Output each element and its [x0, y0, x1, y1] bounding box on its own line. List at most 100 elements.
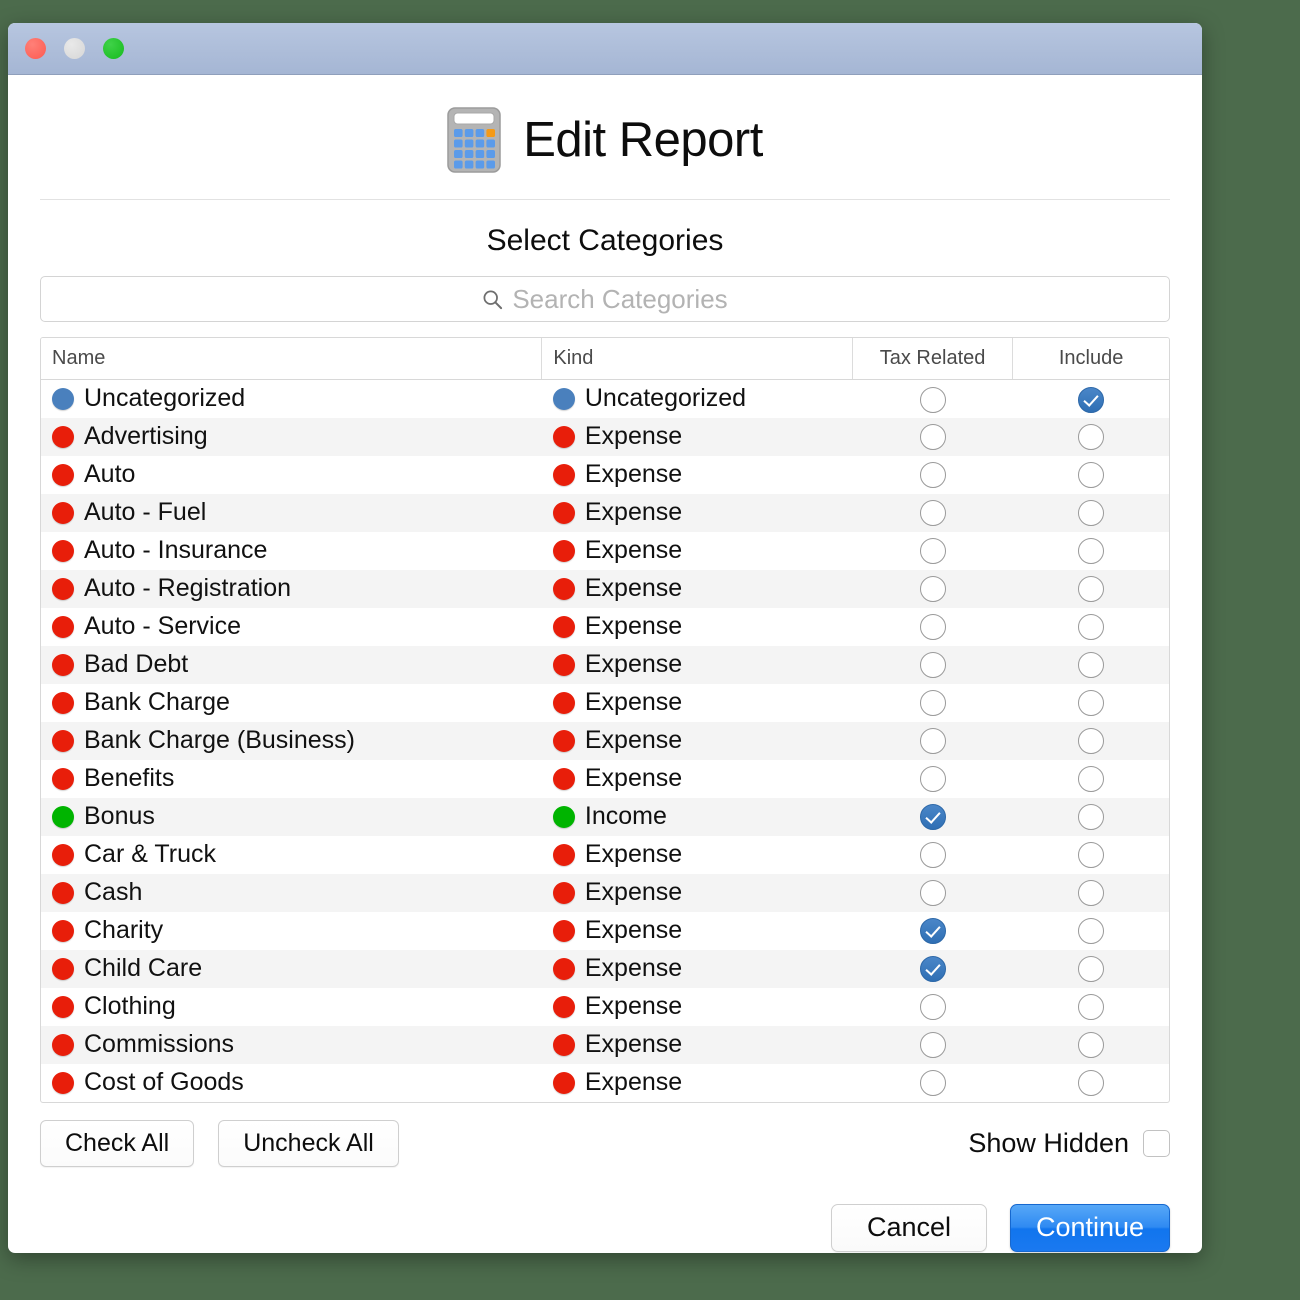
table-row[interactable]: Car & TruckExpense	[41, 836, 1169, 874]
category-name-label: Auto - Fuel	[84, 498, 206, 527]
close-window-button[interactable]	[25, 38, 46, 59]
minimize-window-button[interactable]	[64, 38, 85, 59]
tax-related-cell	[852, 456, 1012, 494]
include-checkbox[interactable]	[1078, 500, 1104, 526]
category-kind-label: Expense	[585, 574, 682, 603]
table-row[interactable]: BonusIncome	[41, 798, 1169, 836]
include-checkbox[interactable]	[1078, 690, 1104, 716]
tax-related-checkbox[interactable]	[920, 804, 946, 830]
tax-related-checkbox[interactable]	[920, 1032, 946, 1058]
category-name-color-dot-icon	[52, 844, 74, 866]
tax-related-cell	[852, 380, 1012, 418]
category-name-cell: Auto - Service	[41, 608, 542, 646]
include-checkbox[interactable]	[1078, 538, 1104, 564]
column-header-name[interactable]: Name	[41, 338, 542, 380]
tax-related-checkbox[interactable]	[920, 387, 946, 413]
maximize-window-button[interactable]	[103, 38, 124, 59]
tax-related-checkbox[interactable]	[920, 956, 946, 982]
table-row[interactable]: Child CareExpense	[41, 950, 1169, 988]
include-checkbox[interactable]	[1078, 1032, 1104, 1058]
include-checkbox[interactable]	[1078, 462, 1104, 488]
category-name-label: Auto - Insurance	[84, 536, 267, 565]
table-row[interactable]: Auto - InsuranceExpense	[41, 532, 1169, 570]
tax-related-checkbox[interactable]	[920, 1070, 946, 1096]
table-row[interactable]: AdvertisingExpense	[41, 418, 1169, 456]
table-row[interactable]: ClothingExpense	[41, 988, 1169, 1026]
tax-related-checkbox[interactable]	[920, 614, 946, 640]
table-row[interactable]: CommissionsExpense	[41, 1026, 1169, 1064]
include-checkbox[interactable]	[1078, 652, 1104, 678]
tax-related-checkbox[interactable]	[920, 690, 946, 716]
tax-related-checkbox[interactable]	[920, 918, 946, 944]
category-name-label: Auto	[84, 460, 135, 489]
table-row[interactable]: Bad DebtExpense	[41, 646, 1169, 684]
include-checkbox[interactable]	[1078, 994, 1104, 1020]
column-header-include[interactable]: Include	[1013, 338, 1169, 380]
tax-related-checkbox[interactable]	[920, 424, 946, 450]
include-cell	[1013, 722, 1169, 760]
tax-related-checkbox[interactable]	[920, 880, 946, 906]
include-checkbox[interactable]	[1078, 614, 1104, 640]
category-name-cell: Bank Charge (Business)	[41, 722, 542, 760]
category-kind-label: Expense	[585, 878, 682, 907]
uncheck-all-button[interactable]: Uncheck All	[218, 1120, 399, 1167]
include-checkbox[interactable]	[1078, 880, 1104, 906]
tax-related-checkbox[interactable]	[920, 994, 946, 1020]
table-row[interactable]: UncategorizedUncategorized	[41, 380, 1169, 418]
continue-button[interactable]: Continue	[1010, 1204, 1170, 1252]
include-checkbox[interactable]	[1078, 766, 1104, 792]
table-row[interactable]: Cash Expense	[41, 874, 1169, 912]
check-all-button[interactable]: Check All	[40, 1120, 194, 1167]
category-kind-label: Expense	[585, 612, 682, 641]
category-kind-label: Uncategorized	[585, 384, 746, 413]
category-kind-label: Income	[585, 802, 667, 831]
tax-related-checkbox[interactable]	[920, 462, 946, 488]
table-row[interactable]: CharityExpense	[41, 912, 1169, 950]
category-name-color-dot-icon	[52, 882, 74, 904]
category-name-label: Cost of Goods	[84, 1068, 244, 1097]
tax-related-cell	[852, 950, 1012, 988]
category-name-label: Bank Charge (Business)	[84, 726, 355, 755]
category-kind-cell: Expense	[542, 570, 853, 608]
table-row[interactable]: Bank ChargeExpense	[41, 684, 1169, 722]
tax-related-checkbox[interactable]	[920, 842, 946, 868]
include-cell	[1013, 988, 1169, 1026]
tax-related-checkbox[interactable]	[920, 538, 946, 564]
search-input[interactable]: Search Categories	[40, 276, 1170, 322]
column-header-kind[interactable]: Kind	[542, 338, 853, 380]
table-row[interactable]: Auto - RegistrationExpense	[41, 570, 1169, 608]
column-header-tax-related[interactable]: Tax Related	[852, 338, 1012, 380]
include-checkbox[interactable]	[1078, 918, 1104, 944]
tax-related-checkbox[interactable]	[920, 766, 946, 792]
include-checkbox[interactable]	[1078, 1070, 1104, 1096]
tax-related-checkbox[interactable]	[920, 576, 946, 602]
table-row[interactable]: AutoExpense	[41, 456, 1169, 494]
include-checkbox[interactable]	[1078, 424, 1104, 450]
tax-related-checkbox[interactable]	[920, 728, 946, 754]
show-hidden-checkbox[interactable]	[1143, 1130, 1170, 1157]
include-cell	[1013, 418, 1169, 456]
cancel-button[interactable]: Cancel	[831, 1204, 987, 1252]
table-row[interactable]: Auto - FuelExpense	[41, 494, 1169, 532]
category-kind-label: Expense	[585, 954, 682, 983]
include-checkbox[interactable]	[1078, 956, 1104, 982]
include-checkbox[interactable]	[1078, 576, 1104, 602]
category-name-color-dot-icon	[52, 958, 74, 980]
table-row[interactable]: BenefitsExpense	[41, 760, 1169, 798]
table-row[interactable]: Bank Charge (Business)Expense	[41, 722, 1169, 760]
tax-related-checkbox[interactable]	[920, 652, 946, 678]
category-kind-color-dot-icon	[553, 692, 575, 714]
include-checkbox[interactable]	[1078, 728, 1104, 754]
table-row[interactable]: Auto - Service Expense	[41, 608, 1169, 646]
category-kind-label: Expense	[585, 992, 682, 1021]
category-name-cell: Cash	[41, 874, 542, 912]
tax-related-checkbox[interactable]	[920, 500, 946, 526]
category-kind-cell: Expense	[542, 836, 853, 874]
include-checkbox[interactable]	[1078, 387, 1104, 413]
show-hidden-group[interactable]: Show Hidden	[968, 1128, 1170, 1159]
table-row[interactable]: Cost of GoodsExpense	[41, 1064, 1169, 1102]
include-checkbox[interactable]	[1078, 842, 1104, 868]
include-checkbox[interactable]	[1078, 804, 1104, 830]
category-kind-cell: Expense	[542, 912, 853, 950]
category-name-label: Auto - Service	[84, 612, 241, 641]
